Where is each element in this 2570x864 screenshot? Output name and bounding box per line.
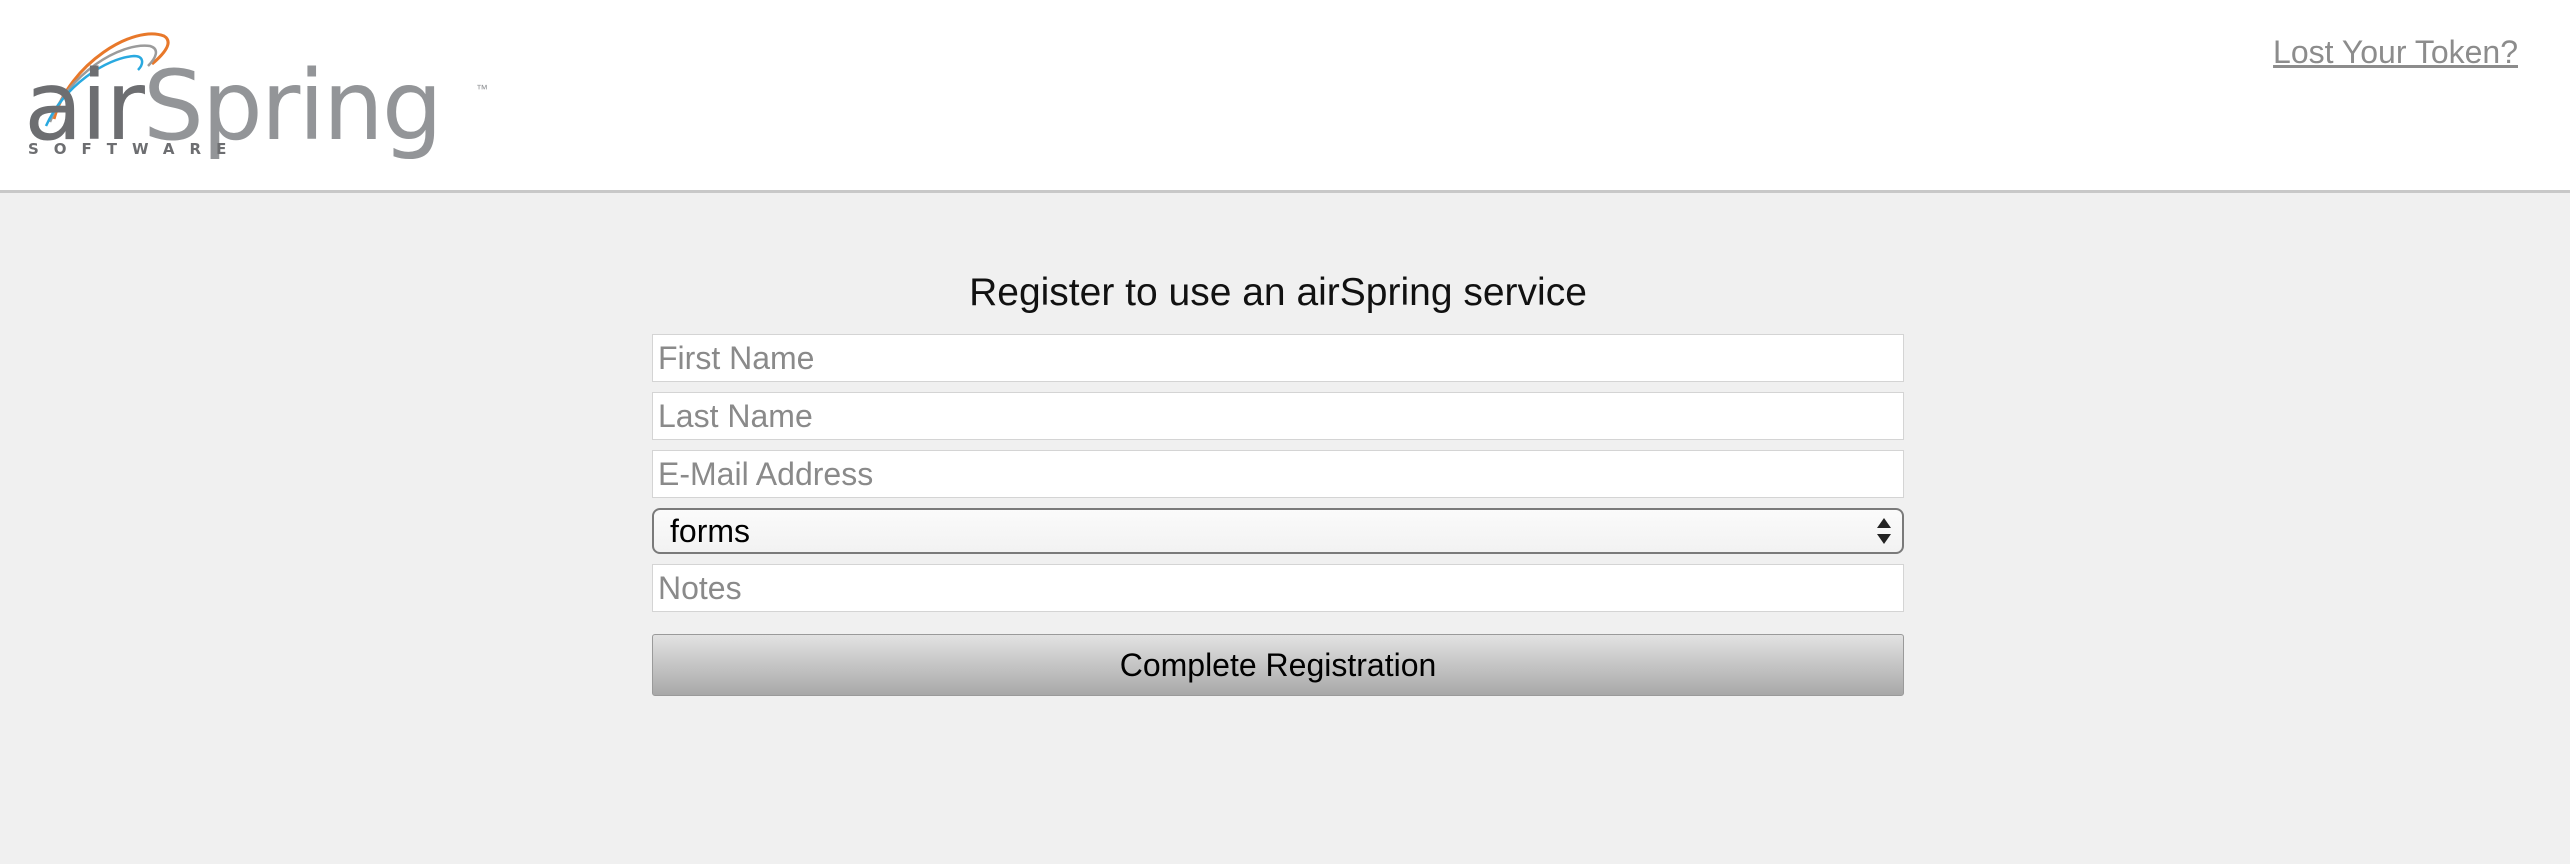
logo-trademark: ™ [476, 82, 488, 96]
up-down-triangles-icon [1877, 518, 1891, 544]
page-header: airSpring ™ SOFTWARE Lost Your Token? [0, 0, 2570, 193]
notes-input[interactable] [652, 564, 1904, 612]
service-select[interactable]: forms [652, 508, 1904, 554]
first-name-input[interactable] [652, 334, 1904, 382]
logo-subtitle: SOFTWARE [28, 140, 242, 158]
email-input[interactable] [652, 450, 1904, 498]
complete-registration-button[interactable]: Complete Registration [652, 634, 1904, 696]
service-select-value: forms [670, 513, 750, 549]
last-name-input[interactable] [652, 392, 1904, 440]
airspring-logo: airSpring ™ SOFTWARE [24, 30, 494, 165]
form-title: Register to use an airSpring service [969, 271, 1587, 314]
registration-form: Register to use an airSpring service for… [652, 270, 1904, 696]
lost-token-link[interactable]: Lost Your Token? [2273, 34, 2518, 71]
